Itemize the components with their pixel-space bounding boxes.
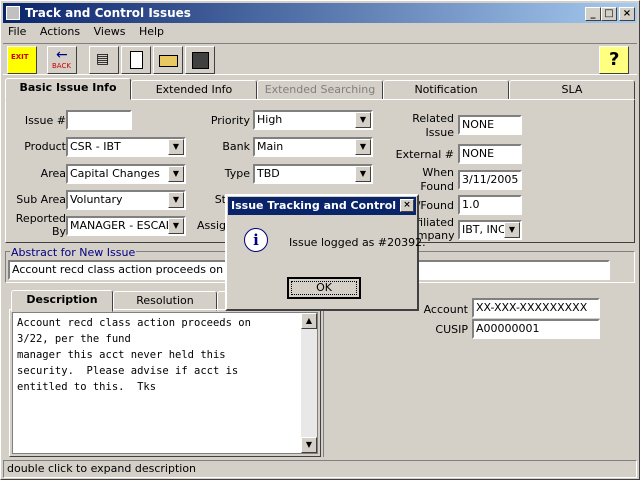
chevron-down-icon: ▼ xyxy=(504,222,520,238)
print-button[interactable]: ▤ xyxy=(89,46,119,74)
type-label: Type xyxy=(224,167,250,180)
main-window: Track and Control Issues _ □ × File Acti… xyxy=(0,0,640,480)
chevron-down-icon: ▼ xyxy=(355,166,371,182)
printer-icon: ▤ xyxy=(96,51,110,67)
subarea-select[interactable]: Voluntary ▼ xyxy=(66,190,186,210)
abstract-legend: Abstract for New Issue xyxy=(10,246,137,259)
open-folder-icon xyxy=(159,55,178,67)
type-select[interactable]: TBD ▼ xyxy=(253,164,373,184)
exit-button[interactable]: EXIT xyxy=(7,46,37,74)
minimize-button[interactable]: _ xyxy=(585,7,601,21)
external-number-field[interactable]: NONE xyxy=(458,144,522,164)
new-document-icon xyxy=(130,51,143,69)
exit-icon: EXIT xyxy=(11,53,29,61)
affiliated-company-select[interactable]: IBT, INC ▼ xyxy=(458,220,522,240)
scroll-down-icon[interactable]: ▼ xyxy=(301,437,317,453)
dialog-close-button[interactable]: × xyxy=(400,199,414,212)
issue-number-field[interactable] xyxy=(66,110,132,130)
bank-select[interactable]: Main ▼ xyxy=(253,137,373,157)
dialog-message: Issue logged as #20392. xyxy=(289,236,426,249)
area-select[interactable]: Capital Changes ▼ xyxy=(66,164,186,184)
back-button[interactable]: ← BACK xyxy=(47,46,77,74)
area-label: Area xyxy=(40,167,66,180)
title-bar: Track and Control Issues _ □ × xyxy=(3,3,637,23)
issue-label: Issue # xyxy=(24,114,66,127)
related-issue-field[interactable]: NONE xyxy=(458,115,522,135)
maximize-button[interactable]: □ xyxy=(601,7,617,21)
ok-button[interactable]: OK xyxy=(287,277,361,299)
description-textarea[interactable]: Account recd class action proceeds on 3/… xyxy=(12,312,318,454)
version-found-field[interactable]: 1.0 xyxy=(458,195,522,215)
chevron-down-icon: ▼ xyxy=(168,218,184,234)
priority-select[interactable]: High ▼ xyxy=(253,110,373,130)
version-found-label: /Found xyxy=(416,199,454,212)
chevron-down-icon: ▼ xyxy=(168,192,184,208)
status-bar: double click to expand description xyxy=(3,460,637,478)
chevron-down-icon: ▼ xyxy=(355,112,371,128)
menu-file[interactable]: File xyxy=(3,24,31,39)
issue-logged-dialog: Issue Tracking and Control × i Issue log… xyxy=(225,194,426,311)
chevron-down-icon: ▼ xyxy=(355,139,371,155)
when-found-field[interactable]: 3/11/2005 xyxy=(458,170,522,190)
menu-help[interactable]: Help xyxy=(134,24,169,39)
help-icon: ? xyxy=(609,49,620,70)
tab-extended-searching[interactable]: Extended Searching xyxy=(257,80,383,100)
close-button[interactable]: × xyxy=(619,7,635,21)
tab-extended-info[interactable]: Extended Info xyxy=(131,80,257,100)
cusip-label: CUSIP xyxy=(435,323,468,336)
description-panel: Account recd class action proceeds on 3/… xyxy=(9,309,321,457)
chevron-down-icon: ▼ xyxy=(168,139,184,155)
reported-by-select[interactable]: MANAGER - ESCAL/ ▼ xyxy=(66,216,186,236)
product-label: Product xyxy=(24,140,66,153)
product-select[interactable]: CSR - IBT ▼ xyxy=(66,137,186,157)
description-scrollbar[interactable]: ▲ ▼ xyxy=(301,313,317,453)
new-button[interactable] xyxy=(121,46,151,74)
help-button[interactable]: ? xyxy=(599,46,629,74)
external-number-label: External # xyxy=(395,148,454,161)
reported-by-label: Reported By xyxy=(15,212,66,238)
related-issue-label: Related Issue xyxy=(412,112,454,139)
account-panel: Account XX-XXX-XXXXXXXXX CUSIP A00000001 xyxy=(323,287,635,457)
subarea-label: Sub Area xyxy=(16,193,66,206)
tab-description[interactable]: Description xyxy=(11,290,113,312)
info-icon: i xyxy=(244,228,268,252)
when-found-label: When Found xyxy=(420,166,454,193)
tab-sla[interactable]: SLA xyxy=(509,80,635,100)
description-text: Account recd class action proceeds on 3/… xyxy=(17,317,251,393)
back-label: BACK xyxy=(52,62,71,70)
toolbar: EXIT ← BACK ▤ ? xyxy=(3,43,637,75)
bank-label: Bank xyxy=(222,140,250,153)
save-button[interactable] xyxy=(185,46,215,74)
window-title: Track and Control Issues xyxy=(25,6,191,20)
assigned-label: Assig xyxy=(196,219,226,232)
tab-basic-issue-info[interactable]: Basic Issue Info xyxy=(5,78,131,100)
back-arrow-icon: ← xyxy=(56,47,68,63)
tab-resolution[interactable]: Resolution xyxy=(113,291,217,311)
save-disk-icon xyxy=(192,52,209,69)
account-field[interactable]: XX-XXX-XXXXXXXXX xyxy=(472,298,600,318)
app-icon xyxy=(6,6,20,20)
dialog-title: Issue Tracking and Control × xyxy=(228,197,416,215)
menu-views[interactable]: Views xyxy=(89,24,131,39)
scroll-up-icon[interactable]: ▲ xyxy=(301,313,317,329)
menu-actions[interactable]: Actions xyxy=(35,24,85,39)
menu-bar: File Actions Views Help xyxy=(3,24,169,42)
cusip-field[interactable]: A00000001 xyxy=(472,319,600,339)
status-label: St xyxy=(214,193,226,206)
tab-notification[interactable]: Notification xyxy=(383,80,509,100)
priority-label: Priority xyxy=(210,114,250,127)
chevron-down-icon: ▼ xyxy=(168,166,184,182)
open-button[interactable] xyxy=(153,46,183,74)
